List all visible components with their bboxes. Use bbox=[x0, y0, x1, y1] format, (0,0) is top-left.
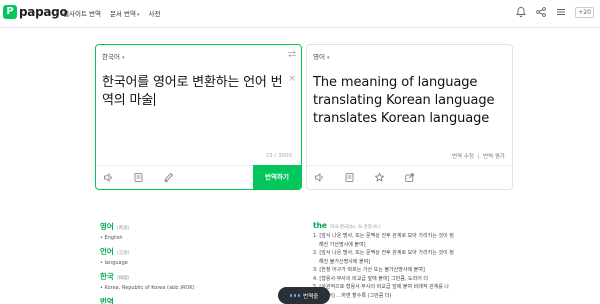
logo-mark: P bbox=[3, 5, 17, 19]
character-counter: 23 / 3000 bbox=[265, 153, 292, 159]
source-text: 한국어를 영어로 변환하는 언어 번역의 마술 bbox=[102, 75, 283, 108]
entry-head: the 미국·영국[ðə, ði 강형 ðiː] bbox=[313, 221, 513, 230]
target-footer bbox=[307, 165, 512, 189]
source-language-select[interactable]: 한국어 ▾ bbox=[102, 51, 124, 61]
definition-line: 3. [한정 어구가 따르는 가산 또는 불가산명사에 붙여] bbox=[313, 267, 425, 273]
dictionary-left-column: 영어 (英語) • English 언어 (言語) • language 한국 … bbox=[100, 221, 290, 304]
papago-logo[interactable]: P papago bbox=[3, 5, 68, 19]
entry-tag: (韓國) bbox=[116, 276, 130, 281]
definition-line: 2. [앞서 나온 명사, 또는 문맥상 전후 관계로 보아 가리키는 것이 정 bbox=[313, 250, 454, 256]
entry-word[interactable]: 언어 bbox=[100, 246, 114, 257]
entry-word[interactable]: 한국 bbox=[100, 271, 114, 282]
entry-word[interactable]: the bbox=[313, 221, 327, 230]
chevron-down-icon: ▾ bbox=[326, 55, 330, 61]
entry-tag: (言語) bbox=[116, 251, 130, 256]
definition-line: 타내어] …하면 할수록 (그만큼 더) bbox=[319, 292, 392, 299]
nav-document-translate-label: 문서 번역 bbox=[109, 10, 136, 18]
chevron-down-icon: ▾ bbox=[121, 55, 125, 61]
dictionary-entry: 번역 bbox=[100, 296, 290, 304]
definition-line: 해진 불가산명사에 붙여] bbox=[319, 258, 371, 265]
text-cursor bbox=[153, 93, 155, 106]
definition-line: 1. [앞서 나온 명사, 또는 문맥상 전후 관계로 보아 가리키는 것이 정 bbox=[313, 233, 454, 239]
translating-status-pill[interactable]: 번역중 bbox=[278, 287, 330, 304]
speaker-icon[interactable] bbox=[103, 172, 114, 183]
chevron-down-icon: ▾ bbox=[136, 12, 140, 18]
entry-meaning: • language bbox=[100, 260, 128, 266]
header-actions: +20 bbox=[515, 6, 594, 18]
user-badge[interactable]: +20 bbox=[575, 6, 594, 18]
target-panel: 영어 ▾ The meaning of language translating … bbox=[306, 44, 513, 190]
definition-list: 1. [앞서 나온 명사, 또는 문맥상 전후 관계로 보아 가리키는 것이 정… bbox=[313, 233, 513, 300]
target-language-label: 영어 bbox=[313, 53, 325, 61]
bell-icon[interactable] bbox=[515, 6, 527, 18]
share-icon[interactable] bbox=[404, 172, 415, 183]
note-icon[interactable] bbox=[133, 172, 144, 183]
dictionary-entry: 영어 (英語) • English bbox=[100, 221, 290, 241]
source-language-label: 한국어 bbox=[102, 53, 120, 61]
pill-label: 번역중 bbox=[303, 293, 319, 300]
source-text-area[interactable]: 한국어를 영어로 변환하는 언어 번역의 마술 bbox=[102, 74, 290, 110]
clear-icon[interactable]: × bbox=[288, 74, 296, 84]
nav-dictionary[interactable]: 사전 bbox=[148, 8, 160, 18]
loading-dots-icon bbox=[289, 294, 301, 297]
translate-button[interactable]: 번역하기 bbox=[253, 165, 301, 189]
source-panel: 한국어 ▾ 한국어를 영어로 변환하는 언어 번역의 마술 × 23 / 3000… bbox=[95, 44, 302, 190]
entry-meaning: • Korea, Republic of Korea (abb.)ROK) bbox=[100, 285, 195, 291]
rate-translation-link[interactable]: 번역 평가 bbox=[483, 152, 505, 160]
dictionary-entry: 언어 (言語) • language bbox=[100, 246, 290, 266]
entry-pronunciation: 미국·영국[ðə, ði 강형 ðiː] bbox=[330, 225, 381, 230]
star-icon[interactable] bbox=[374, 172, 385, 183]
handwrite-icon[interactable] bbox=[163, 172, 174, 183]
main-nav: 웹사이트 번역 문서 번역▾ 사전 bbox=[63, 8, 160, 18]
definition-line: 해진 가산명사에 붙여] bbox=[319, 241, 366, 248]
edit-translation-link[interactable]: 번역 수정 bbox=[452, 152, 474, 160]
definition-line: 4. [형용사·부사의 비교급 앞에 붙여] 그만큼, 도리어 더 bbox=[313, 275, 428, 282]
logo-text: papago bbox=[19, 5, 68, 19]
dictionary-entry: 한국 (韓國) • Korea, Republic of Korea (abb.… bbox=[100, 271, 290, 291]
nav-document-translate[interactable]: 문서 번역▾ bbox=[110, 8, 140, 18]
menu-icon[interactable] bbox=[555, 6, 567, 18]
entry-meaning: • English bbox=[100, 235, 123, 241]
dictionary-right-column: the 미국·영국[ðə, ði 강형 ðiː] 1. [앞서 나온 명사, 또… bbox=[313, 221, 513, 300]
source-footer: 번역하기 bbox=[96, 165, 301, 189]
nav-website-translate[interactable]: 웹사이트 번역 bbox=[63, 8, 101, 18]
definition-line: 5. [상관적으로 형용사·부사의 비교급 앞에 붙여 비례적 관계를 나 bbox=[313, 284, 450, 290]
entry-word[interactable]: 영어 bbox=[100, 221, 114, 232]
translation-actions: 번역 수정 번역 평가 bbox=[452, 152, 505, 160]
entry-word[interactable]: 번역 bbox=[100, 296, 114, 304]
entry-tag: (英語) bbox=[116, 226, 130, 231]
share-icon[interactable] bbox=[535, 6, 547, 18]
target-language-select[interactable]: 영어 ▾ bbox=[313, 51, 329, 61]
translated-text: The meaning of language translating Kore… bbox=[313, 75, 495, 126]
swap-languages-icon[interactable] bbox=[287, 50, 297, 58]
copy-icon[interactable] bbox=[344, 172, 355, 183]
top-header: P papago 웹사이트 번역 문서 번역▾ 사전 +20 bbox=[0, 0, 600, 28]
divider bbox=[478, 153, 479, 159]
speaker-icon[interactable] bbox=[314, 172, 325, 183]
